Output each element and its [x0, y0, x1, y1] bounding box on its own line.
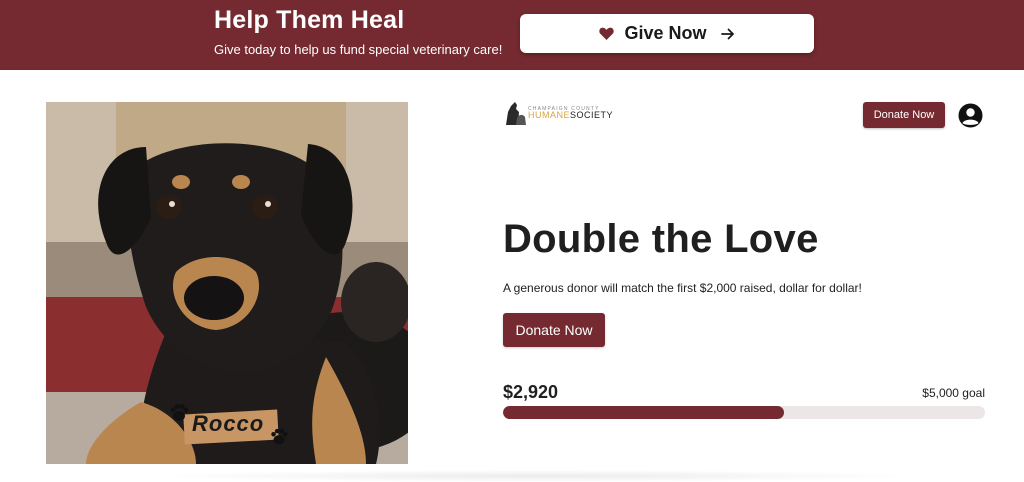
paw-icon: [271, 428, 288, 445]
progress-bar: [503, 406, 985, 419]
logo-humane: HUMANE: [528, 110, 571, 120]
give-now-label: Give Now: [624, 23, 707, 43]
goal-amount: $5,000 goal: [922, 386, 985, 400]
pet-photo: [46, 102, 408, 464]
progress-fill: [503, 406, 785, 419]
logo-icon: [506, 102, 526, 125]
heart-icon: [599, 27, 615, 40]
top-banner: Help Them Heal Give today to help us fun…: [0, 0, 1024, 70]
pet-name: Rocco: [192, 411, 265, 436]
section-divider-shadow: [150, 470, 920, 482]
banner-title: Help Them Heal: [214, 6, 405, 34]
banner-subtitle: Give today to help us fund special veter…: [214, 42, 503, 57]
give-now-button[interactable]: Give Now: [520, 14, 814, 53]
hero-donate-button[interactable]: Donate Now: [503, 313, 605, 347]
hero-description: A generous donor will match the first $2…: [503, 281, 862, 295]
logo-wordmark: HUMANESOCIETY: [528, 110, 613, 120]
logo-society: SOCIETY: [570, 110, 614, 120]
amount-raised: $2,920: [503, 382, 559, 402]
header-donate-button[interactable]: Donate Now: [863, 102, 945, 128]
arrow-right-icon: [720, 28, 735, 40]
user-account-icon[interactable]: [958, 103, 983, 128]
paw-icon: [170, 404, 189, 421]
hero-headline: Double the Love: [503, 217, 819, 261]
